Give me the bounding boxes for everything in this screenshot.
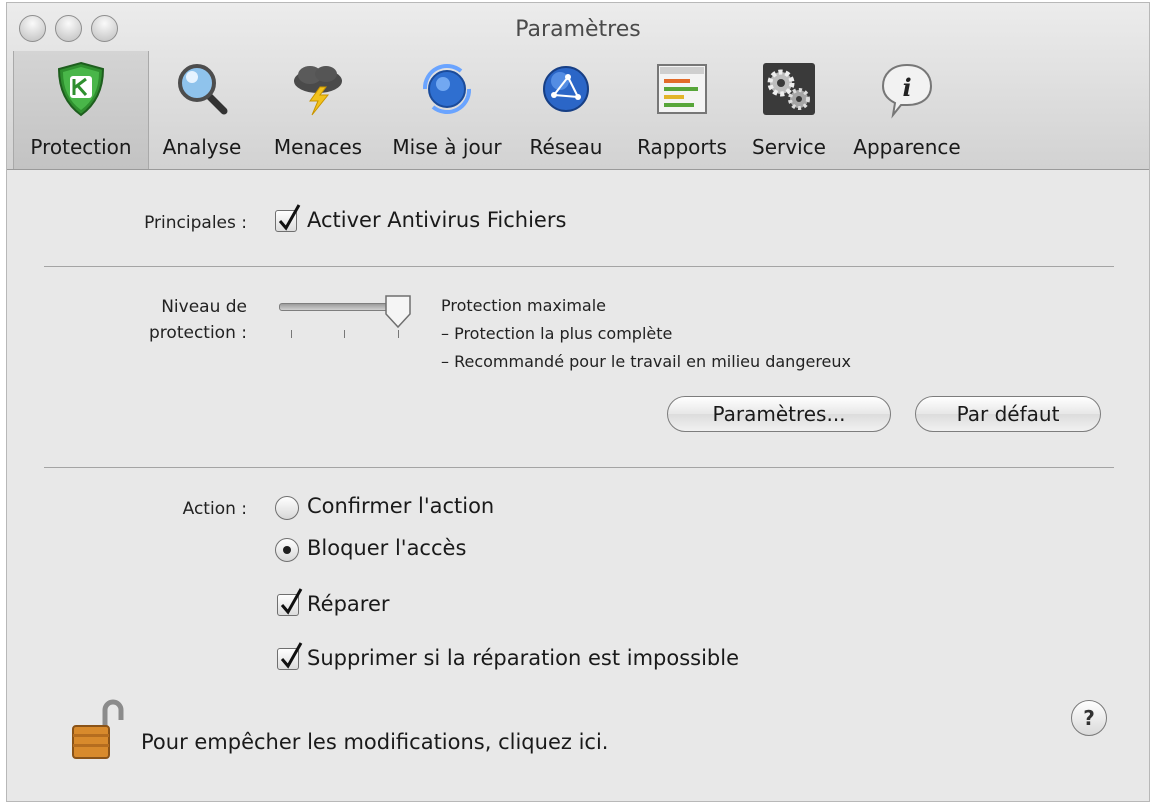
tab-apparence[interactable]: i Apparence <box>845 51 969 169</box>
tab-label: Protection <box>30 135 132 159</box>
slider-thumb[interactable] <box>383 294 413 330</box>
confirm-action-radio[interactable] <box>275 496 299 520</box>
slider-tick <box>344 330 345 338</box>
protection-level-label-line1: Niveau de <box>161 297 247 317</box>
thunder-cloud-icon <box>294 66 342 116</box>
principales-label: Principales : <box>144 213 247 233</box>
tab-label: Service <box>752 135 826 159</box>
protection-description-line2: – Protection la plus complète <box>441 324 673 343</box>
block-access-radio[interactable] <box>275 538 299 562</box>
gears-icon <box>763 63 815 115</box>
default-button[interactable]: Par défaut <box>915 396 1101 432</box>
network-globe-icon <box>543 66 589 112</box>
tab-label: Menaces <box>273 135 363 159</box>
slider-tick <box>291 330 292 338</box>
preferences-window: Paramètres Protection Analyse Menaces Mi… <box>6 2 1150 802</box>
protection-level-slider[interactable] <box>275 294 415 354</box>
tab-mise-a-jour[interactable]: Mise à jour <box>381 51 513 169</box>
protection-level-label-line2: protection : <box>149 323 247 343</box>
kaspersky-shield-icon <box>57 61 105 117</box>
protection-panel: Principales : Activer Antivirus Fichiers… <box>7 170 1149 801</box>
checkmark-icon <box>278 204 301 231</box>
tab-protection[interactable]: Protection <box>13 51 149 169</box>
slider-tick <box>398 330 399 338</box>
tab-label: Rapports <box>637 135 727 159</box>
tab-menaces[interactable]: Menaces <box>265 51 371 169</box>
settings-button[interactable]: Paramètres... <box>667 396 891 432</box>
report-table-icon <box>657 64 707 114</box>
tab-rapports[interactable]: Rapports <box>627 51 737 169</box>
radio-dot <box>283 546 291 554</box>
delete-if-impossible-checkbox[interactable] <box>277 642 303 670</box>
repair-label[interactable]: Réparer <box>307 592 390 616</box>
tab-label: Analyse <box>162 135 242 159</box>
tab-label: Mise à jour <box>392 135 502 159</box>
protection-description-line3: – Recommandé pour le travail en milieu d… <box>441 352 851 371</box>
toolbar: Paramètres Protection Analyse Menaces Mi… <box>7 3 1149 170</box>
tab-reseau[interactable]: Réseau <box>517 51 615 169</box>
update-globe-icon <box>422 63 472 115</box>
block-access-label[interactable]: Bloquer l'accès <box>307 536 466 560</box>
action-label: Action : <box>182 499 247 519</box>
enable-antivirus-checkbox[interactable] <box>275 204 301 232</box>
tab-analyse[interactable]: Analyse <box>153 51 251 169</box>
confirm-action-label[interactable]: Confirmer l'action <box>307 494 494 518</box>
separator <box>44 467 1114 468</box>
protection-description-line1: Protection maximale <box>441 296 607 315</box>
tab-service[interactable]: Service <box>745 51 833 169</box>
window-title: Paramètres <box>515 17 641 42</box>
checkmark-icon <box>280 642 303 669</box>
help-button[interactable]: ? <box>1071 700 1107 736</box>
delete-if-impossible-label[interactable]: Supprimer si la réparation est impossibl… <box>307 646 739 670</box>
tab-label: Apparence <box>853 135 961 159</box>
checkmark-icon <box>280 588 303 615</box>
tab-label: Réseau <box>529 135 603 159</box>
separator <box>44 266 1114 267</box>
unlocked-padlock-icon[interactable] <box>67 698 131 762</box>
info-bubble-icon: i <box>881 63 933 119</box>
enable-antivirus-label[interactable]: Activer Antivirus Fichiers <box>307 208 566 232</box>
lock-hint-text[interactable]: Pour empêcher les modifications, cliquez… <box>141 730 608 754</box>
magnifier-icon <box>178 64 228 115</box>
svg-text:i: i <box>902 73 911 102</box>
repair-checkbox[interactable] <box>277 588 303 616</box>
